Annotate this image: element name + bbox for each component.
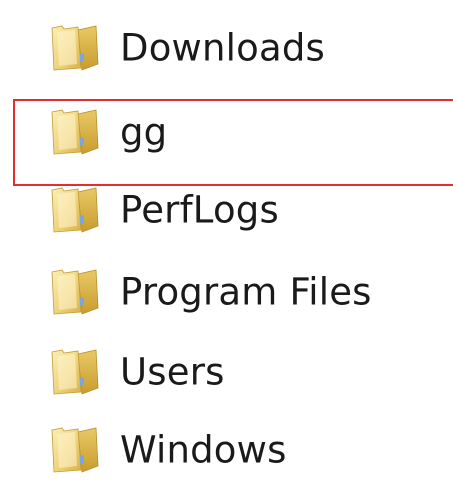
folder-item-downloads[interactable]: Downloads — [0, 10, 453, 86]
folder-item-perflogs[interactable]: PerfLogs — [0, 172, 453, 248]
folder-item-gg[interactable]: gg — [0, 94, 453, 170]
folder-icon — [48, 24, 100, 72]
folder-label: Windows — [120, 428, 287, 472]
folder-label: Downloads — [120, 26, 325, 70]
folder-icon — [48, 108, 100, 156]
folder-item-program-files[interactable]: Program Files — [0, 254, 453, 330]
folder-icon — [48, 426, 100, 474]
folder-label: gg — [120, 110, 168, 154]
folder-list: Downloads gg PerfLogs Program Files User… — [0, 0, 453, 479]
folder-item-users[interactable]: Users — [0, 334, 453, 410]
folder-icon — [48, 186, 100, 234]
folder-item-windows[interactable]: Windows — [0, 412, 453, 488]
folder-label: Program Files — [120, 270, 372, 314]
folder-label: Users — [120, 350, 225, 394]
folder-icon — [48, 348, 100, 396]
folder-label: PerfLogs — [120, 188, 279, 232]
folder-icon — [48, 268, 100, 316]
